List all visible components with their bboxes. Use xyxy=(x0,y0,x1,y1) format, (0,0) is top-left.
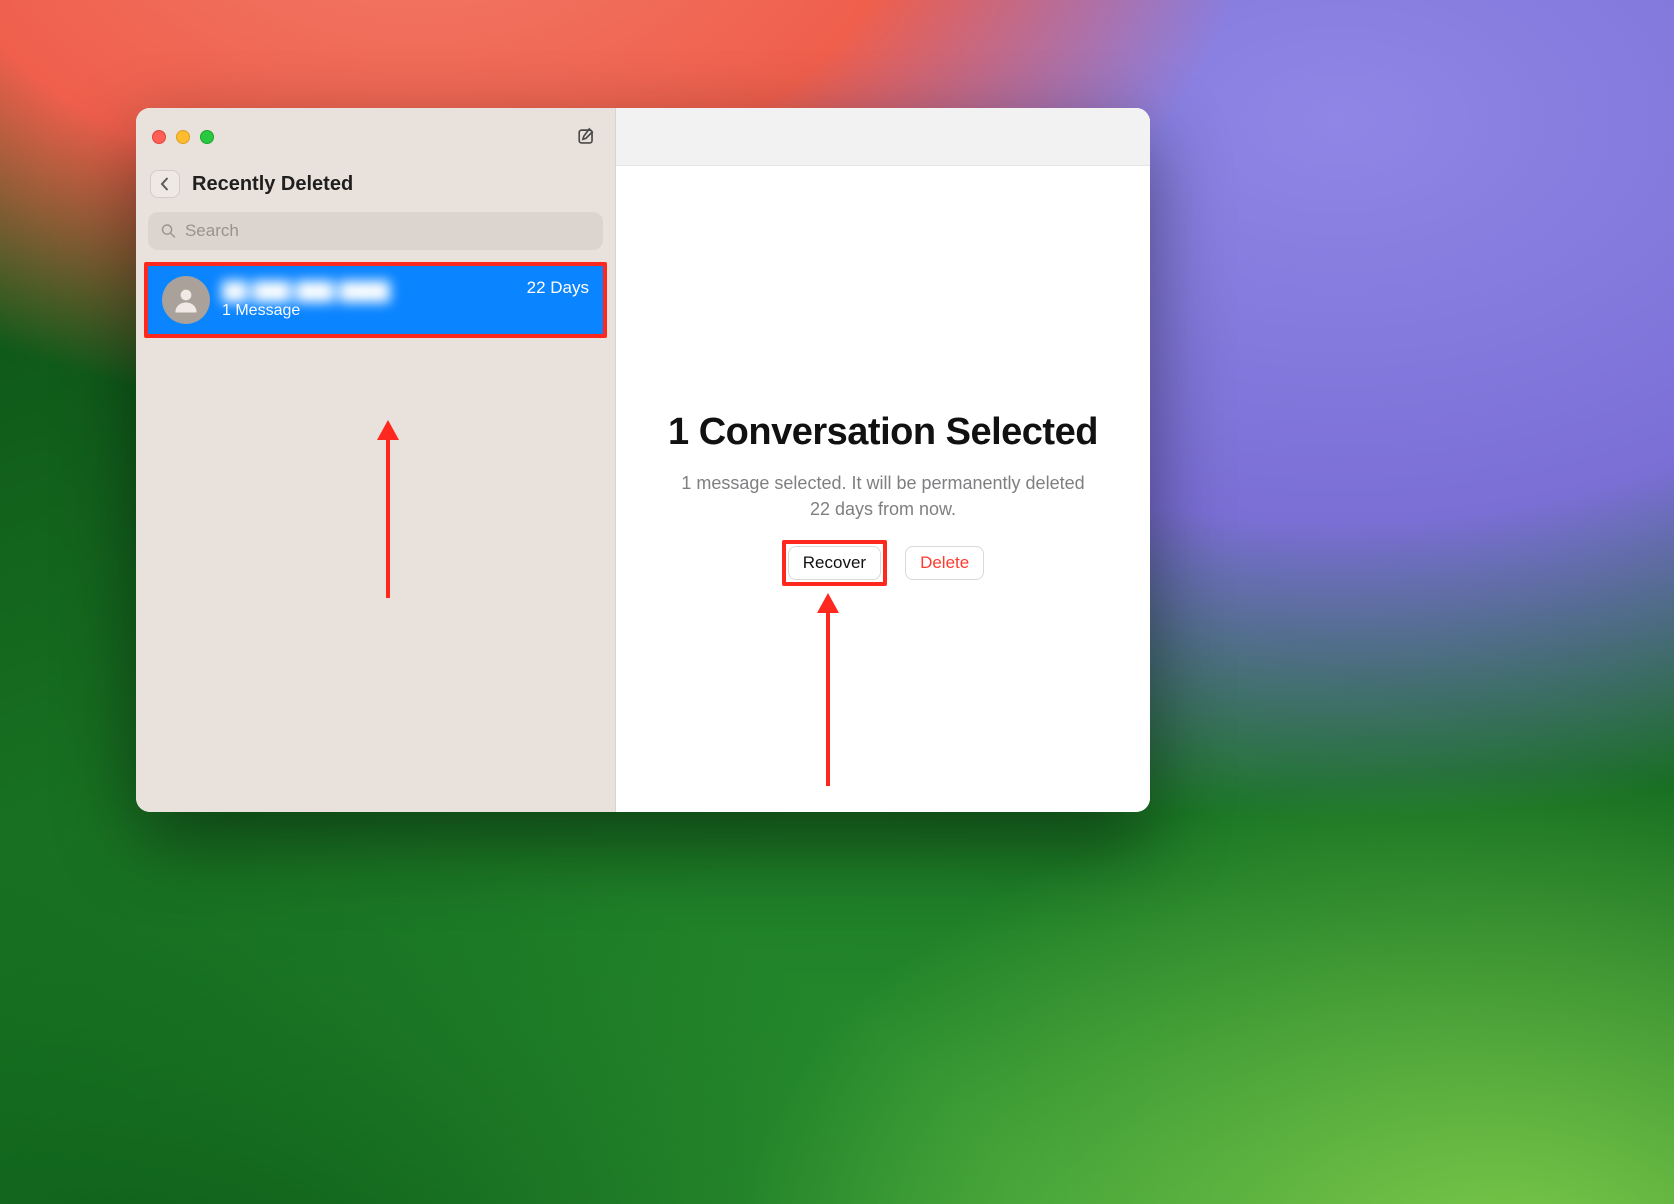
fullscreen-window-button[interactable] xyxy=(200,130,214,144)
search-icon xyxy=(160,222,177,240)
close-window-button[interactable] xyxy=(152,130,166,144)
annotation-highlight-conversation: ██ ███ ███ ████ 1 Message 22 Days xyxy=(144,262,607,338)
action-buttons: Recover Delete xyxy=(782,540,984,586)
selection-title: 1 Conversation Selected xyxy=(668,411,1098,454)
delete-button[interactable]: Delete xyxy=(905,546,984,580)
avatar xyxy=(162,276,210,324)
conversation-row[interactable]: ██ ███ ███ ████ 1 Message 22 Days xyxy=(148,266,603,334)
window-titlebar xyxy=(136,108,615,166)
window-controls xyxy=(152,130,214,144)
search-input[interactable] xyxy=(185,221,591,241)
recover-button[interactable]: Recover xyxy=(788,546,881,580)
chevron-left-icon xyxy=(159,177,171,191)
conversation-subtitle: 1 Message xyxy=(222,302,527,320)
sidebar-header: Recently Deleted xyxy=(136,166,615,208)
selection-description: 1 message selected. It will be permanent… xyxy=(673,470,1093,522)
sidebar: Recently Deleted ██ ███ ███ ████ 1 Me xyxy=(136,108,616,812)
content-toolbar xyxy=(616,108,1150,166)
compose-button[interactable] xyxy=(573,123,601,151)
compose-icon xyxy=(576,126,598,148)
messages-window: Recently Deleted ██ ███ ███ ████ 1 Me xyxy=(136,108,1150,812)
page-title: Recently Deleted xyxy=(192,173,353,196)
conversation-name: ██ ███ ███ ████ xyxy=(222,281,422,302)
conversation-days-left: 22 Days xyxy=(527,278,589,298)
minimize-window-button[interactable] xyxy=(176,130,190,144)
annotation-highlight-recover: Recover xyxy=(782,540,887,586)
back-button[interactable] xyxy=(150,170,180,198)
person-icon xyxy=(171,285,201,315)
content-pane: 1 Conversation Selected 1 message select… xyxy=(616,108,1150,812)
conversation-text: ██ ███ ███ ████ 1 Message xyxy=(222,281,527,320)
content-body: 1 Conversation Selected 1 message select… xyxy=(616,166,1150,812)
search-field-wrap[interactable] xyxy=(148,212,603,250)
